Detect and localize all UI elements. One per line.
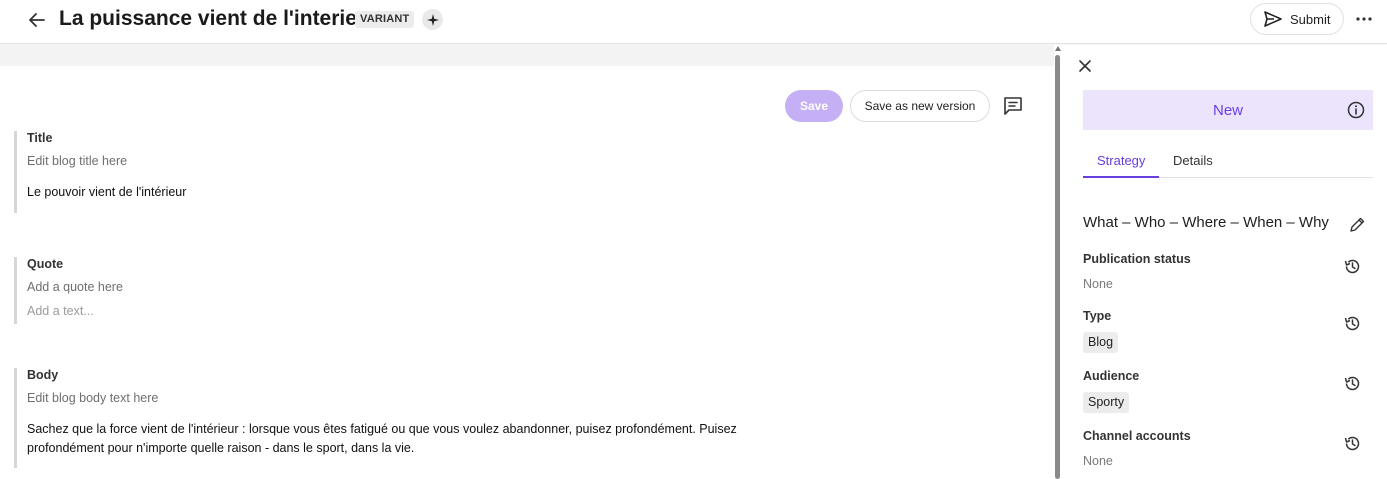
history-icon[interactable] — [1343, 374, 1362, 393]
quote-hint: Add a quote here — [27, 280, 123, 294]
submit-button[interactable]: Submit — [1250, 3, 1344, 35]
panel-tabs: Strategy Details — [1083, 150, 1373, 178]
editor-scrollbar[interactable] — [1055, 55, 1060, 479]
tab-strategy[interactable]: Strategy — [1097, 153, 1145, 168]
page-title: La puissance vient de l'interieur — [59, 7, 378, 30]
active-tab-indicator — [1083, 176, 1159, 178]
more-horizontal-icon[interactable] — [1355, 10, 1373, 28]
body-value-line: profondément pour n'importe quelle raiso… — [27, 441, 415, 455]
history-icon[interactable] — [1343, 257, 1362, 276]
status-label: New — [1212, 101, 1243, 119]
body-label: Body — [27, 368, 59, 382]
sparkle-button[interactable] — [422, 9, 443, 30]
channel-accounts-label: Channel accounts — [1083, 429, 1191, 443]
quote-field[interactable]: Quote Add a quote here Add a text... — [14, 257, 774, 324]
publication-status-value[interactable]: None — [1083, 277, 1113, 291]
history-icon[interactable] — [1343, 314, 1362, 333]
channel-accounts-value[interactable]: None — [1083, 454, 1113, 468]
type-chip[interactable]: Blog — [1083, 332, 1119, 353]
arrow-left-icon[interactable] — [26, 9, 48, 31]
body-value[interactable]: Sachez que la force vient de l'intérieur… — [27, 420, 774, 458]
scroll-up-arrow-icon[interactable] — [1055, 46, 1061, 51]
audience-label: Audience — [1083, 369, 1140, 383]
strategy-section-title: What – Who – Where – When – Why — [1083, 214, 1329, 231]
title-hint: Edit blog title here — [27, 154, 128, 168]
title-value[interactable]: Le pouvoir vient de l'intérieur — [27, 183, 774, 202]
comment-icon[interactable] — [1002, 95, 1024, 117]
history-icon[interactable] — [1343, 434, 1362, 453]
sparkle-icon — [426, 13, 439, 26]
audience-chip[interactable]: Sporty — [1083, 392, 1130, 413]
body-value-line: Sachez que la force vient de l'intérieur… — [27, 422, 737, 436]
title-label: Title — [27, 131, 53, 145]
body-hint: Edit blog body text here — [27, 391, 159, 405]
variant-badge: VARIANT — [355, 11, 415, 28]
close-icon[interactable] — [1077, 58, 1093, 74]
submit-label: Submit — [1290, 11, 1331, 27]
send-icon — [1264, 11, 1282, 27]
publication-status-label: Publication status — [1083, 252, 1191, 266]
info-icon[interactable] — [1347, 101, 1365, 119]
status-banner: New — [1083, 90, 1373, 130]
title-field[interactable]: Title Edit blog title here Le pouvoir vi… — [14, 131, 774, 213]
quote-label: Quote — [27, 257, 64, 271]
pencil-icon[interactable] — [1348, 216, 1366, 234]
save-button[interactable]: Save — [785, 90, 843, 122]
body-field[interactable]: Body Edit blog body text here Sachez que… — [14, 368, 774, 468]
editor-toolbar-strip — [0, 45, 1054, 66]
quote-text-input[interactable]: Add a text... — [27, 304, 774, 318]
app-header: La puissance vient de l'interieur VARIAN… — [0, 0, 1387, 44]
type-label: Type — [1083, 309, 1112, 323]
tab-details[interactable]: Details — [1173, 153, 1213, 168]
save-as-new-version-button[interactable]: Save as new version — [850, 90, 990, 122]
